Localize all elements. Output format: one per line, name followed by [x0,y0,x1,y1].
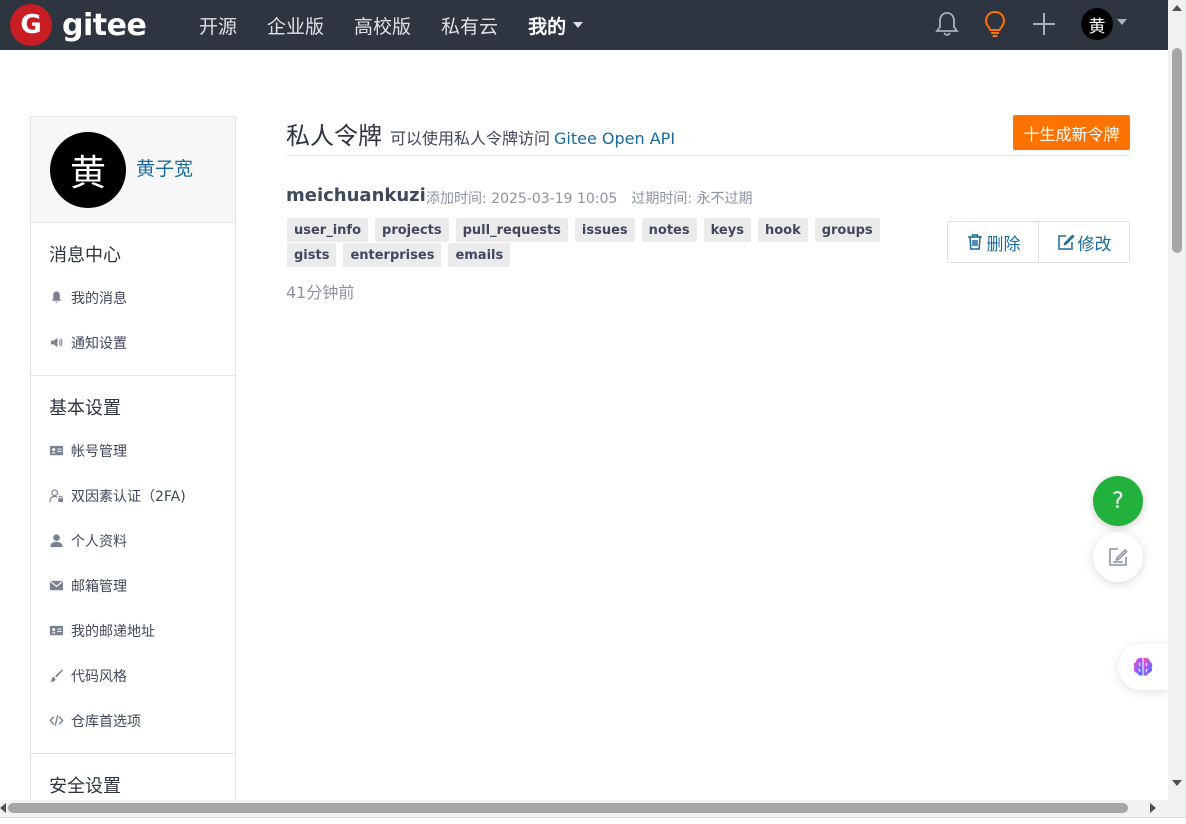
edit-icon [1057,234,1074,250]
token-added-time: 添加时间: 2025-03-19 10:05 [426,191,618,207]
token-scopes: user_info projects pull_requests issues … [287,218,897,268]
speaker-icon [50,337,63,348]
scope-badge: pull_requests [455,218,568,242]
profile-name[interactable]: 黄子宽 [136,154,193,181]
sidebar-item-label: 个人资料 [71,533,127,550]
sidebar-item-label: 帐号管理 [71,443,127,460]
chevron-down-icon[interactable] [1117,19,1127,25]
user-icon [50,534,63,548]
delete-button[interactable]: 删除 [948,222,1038,262]
help-button[interactable]: ? [1093,476,1143,526]
logo-text: gitee [62,7,147,43]
brush-icon [49,669,64,682]
logo-letter: G [20,10,42,40]
nav-link-enterprise[interactable]: 企业版 [267,12,324,39]
scope-badge: gists [287,243,337,267]
feedback-button[interactable] [1093,532,1143,582]
edit-button[interactable]: 修改 [1038,222,1129,262]
nav-links: 开源 企业版 高校版 私有云 我的 [199,0,613,50]
scope-badge: hook [757,218,808,242]
sidebar-item-profile[interactable]: 个人资料 [31,518,235,563]
scope-badge: projects [375,218,449,242]
scope-badge: groups [814,218,880,242]
sidebar-item-label: 我的消息 [71,290,127,307]
sidebar-item-account[interactable]: 帐号管理 [31,428,235,473]
sidebar-item-label: 通知设置 [71,335,127,352]
avatar[interactable]: 黄 [1081,8,1113,40]
scope-badge: enterprises [343,243,442,267]
scroll-up-arrow[interactable] [1172,5,1182,11]
nav-link-opensource[interactable]: 开源 [199,12,237,39]
page-title: 私人令牌 可以使用私人令牌访问 Gitee Open API [286,116,675,151]
section-messages: 消息中心 我的消息 通知设置 [31,223,235,376]
scroll-right-arrow[interactable] [1150,803,1156,813]
settings-sidebar: 黄 黄子宽 消息中心 我的消息 通知设置 基本设置 帐号管理 双因素认证（2FA… [30,116,236,816]
sidebar-item-label: 仓库首选项 [71,713,141,730]
chevron-down-icon [573,22,584,28]
lightbulb-icon[interactable] [980,9,1010,39]
divider [286,155,1130,156]
code-icon [49,715,64,726]
edit-label: 修改 [1077,234,1112,255]
section-title-security: 安全设置 [49,776,121,797]
nav-link-private-cloud[interactable]: 私有云 [441,12,498,39]
sidebar-item-2fa[interactable]: 双因素认证（2FA) [31,473,235,518]
scroll-left-arrow[interactable] [0,803,6,813]
section-title-messages: 消息中心 [49,245,121,266]
scope-badge: user_info [287,218,369,242]
profile-card: 黄 黄子宽 [31,117,235,223]
top-navbar: G gitee 开源 企业版 高校版 私有云 我的 黄 [0,0,1168,50]
api-link[interactable]: Gitee Open API [554,129,675,148]
gitee-logo[interactable]: G gitee [10,4,147,46]
scope-badge: issues [574,218,635,242]
sidebar-item-email[interactable]: 邮箱管理 [31,563,235,608]
generate-token-button[interactable]: 十生成新令牌 [1013,115,1130,150]
bottom-strip [0,817,1186,824]
sidebar-item-label: 双因素认证（2FA) [71,488,186,505]
token-name: meichuankuzi [286,185,426,206]
horizontal-scrollbar[interactable] [0,800,1186,817]
sidebar-item-code-style[interactable]: 代码风格 [31,653,235,698]
section-basic-settings: 基本设置 帐号管理 双因素认证（2FA) 个人资料 邮箱管理 我的邮递地址 代码… [31,376,235,754]
profile-avatar[interactable]: 黄 [50,132,126,208]
nav-link-mine-label: 我的 [528,15,567,38]
sidebar-item-my-messages[interactable]: 我的消息 [31,275,235,320]
plus-icon[interactable] [1029,9,1059,39]
token-meta: 添加时间: 2025-03-19 10:05 过期时间: 永不过期 [426,188,753,208]
vertical-scroll-thumb[interactable] [1172,48,1182,253]
sidebar-item-label: 邮箱管理 [71,578,127,595]
sidebar-item-label: 我的邮递地址 [71,623,155,640]
user-lock-icon [49,489,64,503]
id-card-icon [49,445,64,456]
page-title-text: 私人令牌 [286,122,382,150]
sidebar-item-repo-preferences[interactable]: 仓库首选项 [31,698,235,743]
scope-badge: keys [703,218,751,242]
trash-icon [967,234,982,250]
sidebar-item-address[interactable]: 我的邮递地址 [31,608,235,653]
vertical-scrollbar[interactable] [1168,0,1186,800]
token-expire-time: 过期时间: 永不过期 [631,191,753,207]
scope-badge: emails [448,243,511,267]
section-title-basic: 基本设置 [49,398,121,419]
page-subtitle: 可以使用私人令牌访问 [390,129,551,148]
bell-icon[interactable] [932,9,962,39]
token-relative-time: 41分钟前 [286,283,355,302]
delete-label: 删除 [986,234,1021,255]
token-actions: 删除 修改 [947,221,1130,263]
scroll-down-arrow[interactable] [1172,780,1182,786]
feedback-icon [1109,548,1128,566]
logo-badge: G [10,4,52,46]
scope-badge: notes [641,218,697,242]
nav-link-mine[interactable]: 我的 [528,12,584,39]
horizontal-scroll-thumb[interactable] [8,803,1128,813]
ai-assistant-button[interactable] [1118,644,1168,690]
brain-icon [1133,657,1153,676]
bell-icon [51,291,62,303]
sidebar-item-notification-settings[interactable]: 通知设置 [31,320,235,365]
nav-link-education[interactable]: 高校版 [354,12,411,39]
address-card-icon [49,625,64,636]
envelope-icon [49,580,64,591]
sidebar-item-label: 代码风格 [71,668,127,685]
